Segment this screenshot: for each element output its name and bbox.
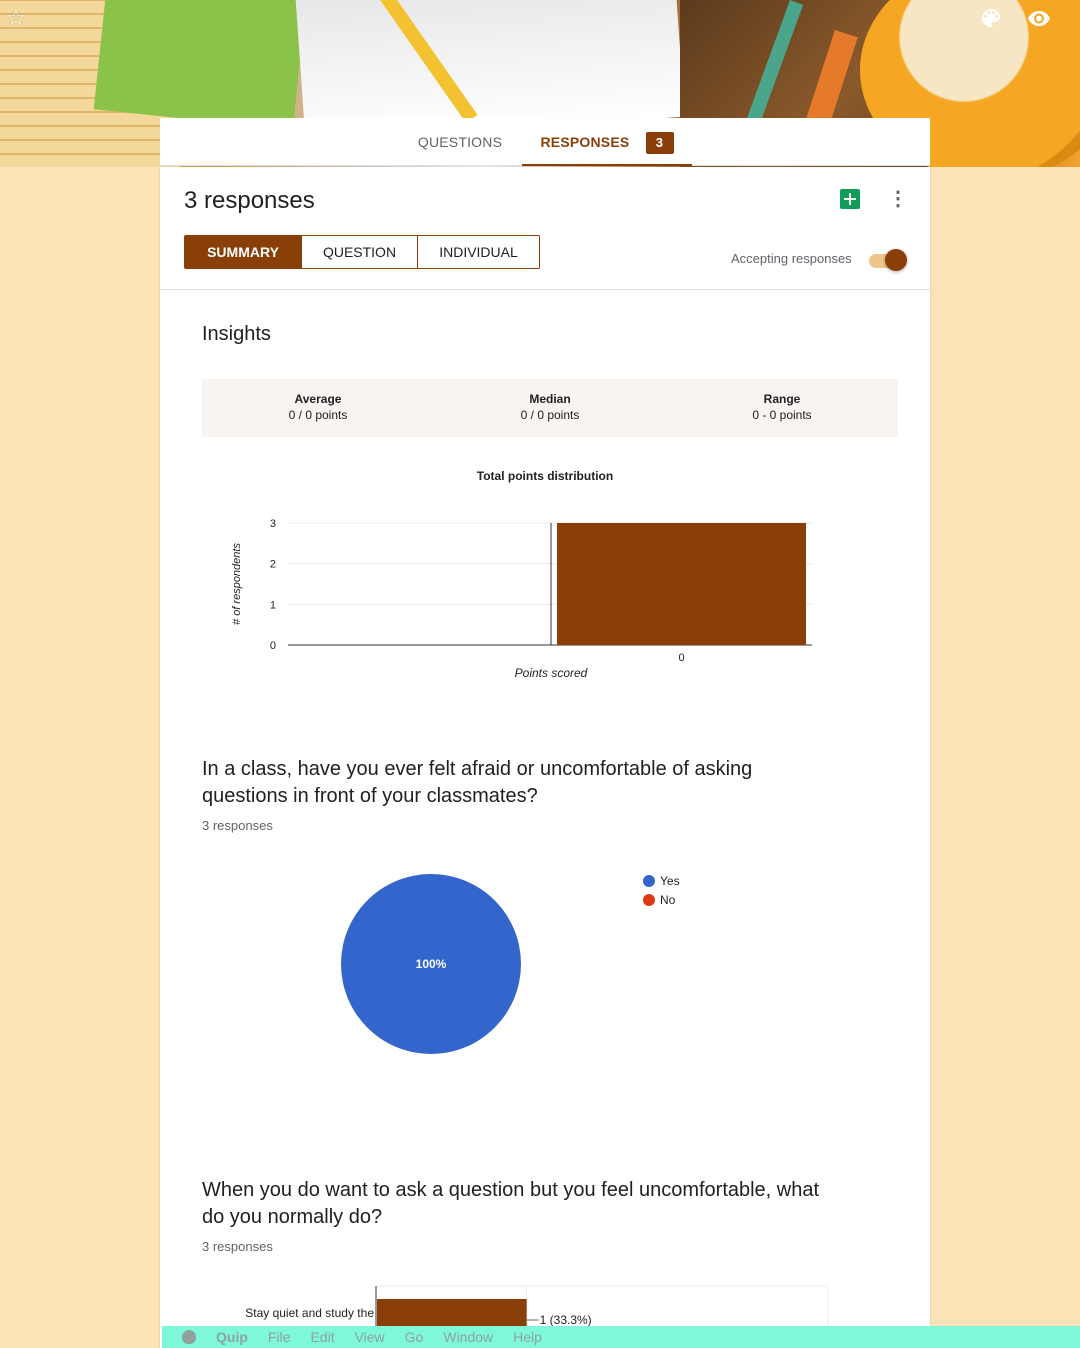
page-title: 3 responses — [184, 187, 315, 214]
responses-card: 3 responses ⋮ SUMMARY QUESTION INDIVIDUA… — [160, 167, 930, 1348]
median-label: Median — [529, 392, 571, 406]
question-2-response-count: 3 responses — [202, 1239, 273, 1254]
toggle-thumb[interactable] — [885, 249, 907, 271]
accepting-responses-label: Accepting responses — [731, 251, 852, 266]
question-button[interactable]: QUESTION — [301, 236, 417, 268]
median-stat: Median 0 / 0 points — [450, 392, 650, 422]
responses-header: 3 responses ⋮ SUMMARY QUESTION INDIVIDUA… — [160, 167, 930, 290]
y-tick-label: 0 — [270, 640, 276, 652]
average-value: 0 / 0 points — [288, 408, 348, 422]
range-label: Range — [763, 392, 801, 406]
more-vert-icon[interactable]: ⋮ — [888, 187, 908, 211]
y-tick-label: 2 — [270, 559, 276, 571]
tab-responses-label: RESPONSES — [540, 134, 630, 150]
menu-go[interactable]: Go — [405, 1329, 424, 1345]
y-axis-label: # of respondents — [231, 543, 243, 625]
tab-questions-label: QUESTIONS — [417, 134, 503, 150]
sheets-icon[interactable] — [840, 189, 860, 209]
individual-button[interactable]: INDIVIDUAL — [417, 236, 539, 268]
bar — [557, 523, 806, 645]
insights-summary: Average 0 / 0 points Median 0 / 0 points… — [202, 379, 898, 437]
legend-label-no: No — [660, 893, 676, 907]
menu-view[interactable]: View — [355, 1329, 385, 1345]
y-tick-label: 1 — [270, 599, 276, 611]
menu-app-name[interactable]: Quip — [216, 1329, 248, 1345]
system-menu-bar: Quip File Edit View Go Window Help — [162, 1326, 1080, 1348]
star-icon[interactable]: ☆ — [4, 6, 28, 30]
points-distribution-chart: 0 1 2 3 0 Points scored # of respondents — [231, 518, 812, 680]
median-value: 0 / 0 points — [520, 408, 580, 422]
banner-sticky-note — [93, 0, 307, 131]
category-label: Stay quiet and study the — [245, 1306, 374, 1320]
legend-swatch-yes — [643, 875, 655, 887]
x-axis-label: Points scored — [515, 666, 588, 680]
eye-icon[interactable] — [1027, 6, 1051, 30]
menu-file[interactable]: File — [268, 1329, 291, 1345]
average-stat: Average 0 / 0 points — [218, 392, 418, 422]
range-stat: Range 0 - 0 points — [682, 392, 882, 422]
menu-window[interactable]: Window — [443, 1329, 493, 1345]
x-tick-label: 0 — [678, 652, 684, 664]
range-value: 0 - 0 points — [752, 408, 812, 422]
form-tabs: QUESTIONS RESPONSES 3 — [160, 118, 930, 166]
pie-slice-label: 100% — [416, 957, 447, 971]
view-switcher: SUMMARY QUESTION INDIVIDUAL — [184, 235, 540, 269]
tab-questions[interactable]: QUESTIONS — [400, 118, 520, 166]
question-1-pie-chart: 100% Yes No — [341, 874, 680, 1054]
insights-title: Insights — [202, 323, 271, 345]
palette-icon[interactable] — [979, 6, 1003, 30]
active-tab-indicator — [522, 164, 692, 166]
average-label: Average — [294, 392, 342, 406]
responses-count-badge: 3 — [645, 132, 674, 155]
legend-label-yes: Yes — [660, 874, 680, 888]
tab-responses[interactable]: RESPONSES 3 — [522, 118, 692, 166]
menu-edit[interactable]: Edit — [310, 1329, 334, 1345]
question-1-response-count: 3 responses — [202, 818, 273, 833]
menu-help[interactable]: Help — [513, 1329, 542, 1345]
data-label: 1 (33.3%) — [540, 1313, 592, 1327]
legend-swatch-no — [643, 894, 655, 906]
apple-icon[interactable] — [182, 1330, 196, 1344]
y-tick-label: 3 — [270, 518, 276, 530]
question-1-title: In a class, have you ever felt afraid or… — [202, 758, 753, 807]
distribution-chart-title: Total points distribution — [476, 469, 614, 483]
summary-button[interactable]: SUMMARY — [185, 236, 301, 268]
question-2-title: When you do want to ask a question but y… — [202, 1179, 820, 1228]
